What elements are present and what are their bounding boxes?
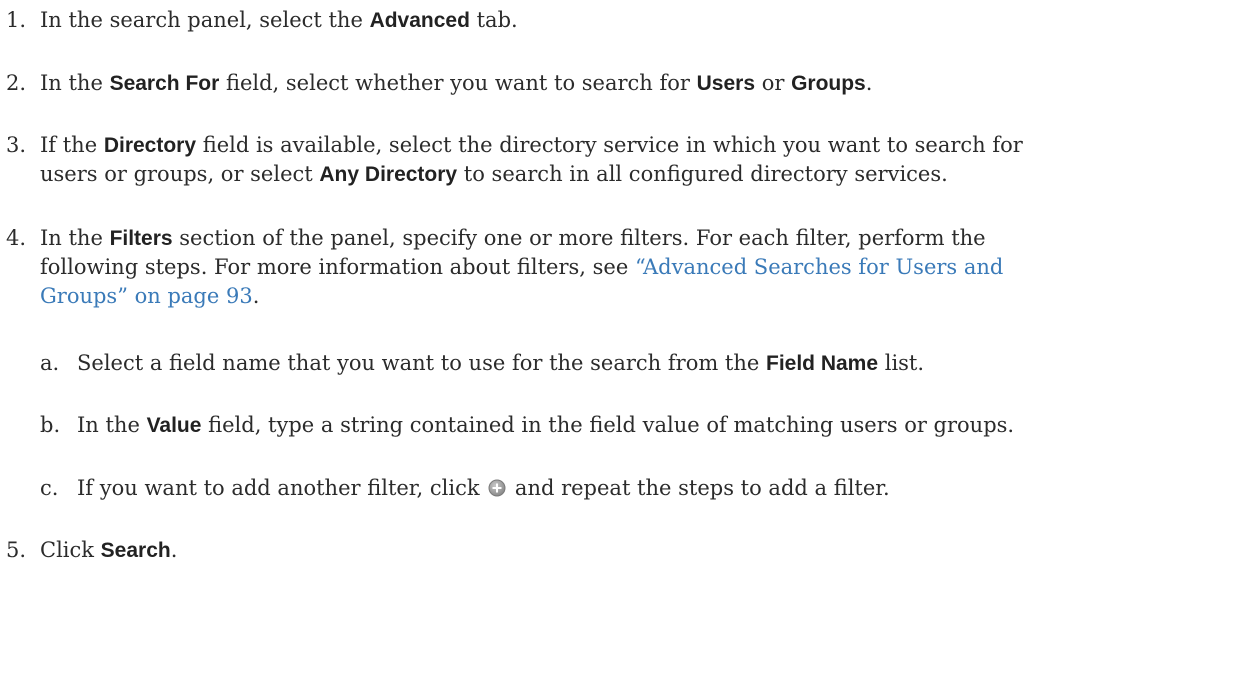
ui-term-groups: Groups xyxy=(791,72,866,95)
add-circle-icon xyxy=(488,479,506,497)
ui-term-directory: Directory xyxy=(103,134,197,157)
ui-term-search: Search xyxy=(100,539,171,562)
step-number: 1. xyxy=(6,8,27,32)
document-page: 1. In the search panel, select the Advan… xyxy=(0,0,1257,675)
step-text: In the Search For field, select whether … xyxy=(40,71,873,95)
substep-text: Select a field name that you want to use… xyxy=(77,351,925,375)
substep-letter: c. xyxy=(40,476,59,500)
substep-text: If you want to add another filter, click… xyxy=(77,476,890,500)
step-text: In the search panel, select the Advanced… xyxy=(40,8,518,32)
substep-letter: b. xyxy=(40,413,61,437)
ui-term-any-directory: Any Directory xyxy=(319,163,458,186)
step-number: 2. xyxy=(6,71,27,95)
ui-term-search-for: Search For xyxy=(109,72,220,95)
step-number: 5. xyxy=(6,538,27,562)
substep-text: In the Value field, type a string contai… xyxy=(77,413,1015,437)
step-text: In the Filters section of the panel, spe… xyxy=(40,226,1004,308)
step-number: 3. xyxy=(6,133,27,157)
ui-term-filters: Filters xyxy=(109,227,173,250)
step-text: Click Search. xyxy=(40,538,178,562)
ui-term-users: Users xyxy=(696,72,756,95)
ui-term-advanced: Advanced xyxy=(369,9,470,32)
ui-term-value: Value xyxy=(146,414,202,437)
step-text: If the Directory field is available, sel… xyxy=(40,133,1023,186)
step-number: 4. xyxy=(6,226,27,250)
substep-letter: a. xyxy=(40,351,60,375)
ui-term-field-name: Field Name xyxy=(766,352,879,375)
